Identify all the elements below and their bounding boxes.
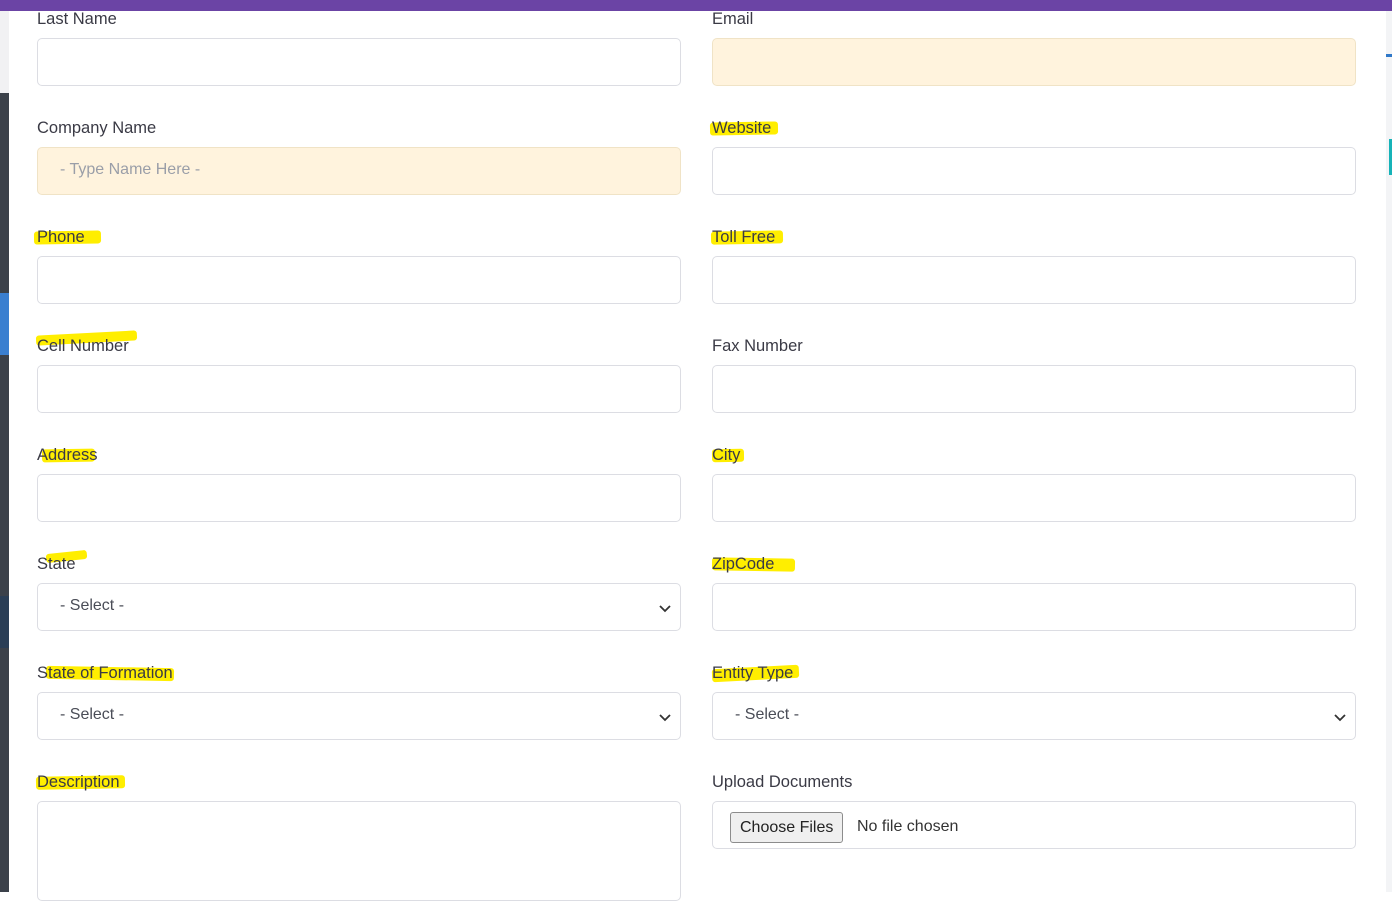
cell-number-field: Cell Number	[35, 330, 681, 413]
chevron-down-icon	[1334, 714, 1346, 722]
phone-label: Phone	[33, 227, 102, 253]
choose-files-button[interactable]: Choose Files	[730, 812, 844, 843]
zipcode-field: ZipCode	[711, 554, 1356, 631]
website-label: Website	[709, 118, 779, 144]
background-sidebar	[0, 11, 9, 892]
entity-type-selected-value: - Select -	[735, 706, 800, 723]
state-of-formation-field: State of Formation - Select -	[37, 663, 681, 740]
entity-type-label: Entity Type	[711, 663, 800, 689]
fax-number-input[interactable]	[712, 365, 1356, 413]
address-field: Address	[37, 445, 681, 522]
website-input[interactable]	[712, 147, 1356, 195]
website-field: Website	[709, 118, 1356, 195]
file-status-text: No file chosen	[857, 818, 959, 835]
last-name-field: Last Name	[37, 9, 681, 86]
state-select[interactable]: - Select -	[37, 583, 681, 631]
toll-free-field: Toll Free	[710, 227, 1356, 304]
cell-number-input[interactable]	[37, 365, 681, 413]
description-label: Description	[35, 772, 126, 798]
zipcode-label: ZipCode	[711, 554, 796, 580]
company-name-field: Company Name - Type Name Here -	[37, 118, 681, 195]
zipcode-input[interactable]	[712, 583, 1356, 631]
address-label: Address	[37, 446, 98, 464]
state-label: State	[37, 549, 88, 580]
fax-number-label: Fax Number	[712, 337, 803, 355]
phone-field: Phone	[33, 227, 681, 304]
city-label: City	[711, 445, 745, 471]
entity-type-field: Entity Type - Select -	[711, 663, 1356, 740]
state-field: State - Select -	[37, 549, 681, 631]
fax-number-field: Fax Number	[712, 336, 1356, 413]
entity-type-select[interactable]: - Select -	[712, 692, 1356, 740]
city-field: City	[711, 445, 1356, 522]
address-input[interactable]	[37, 474, 681, 522]
toll-free-input[interactable]	[712, 256, 1356, 304]
city-input[interactable]	[712, 474, 1356, 522]
upload-documents-field: Upload Documents Choose Files No file ch…	[712, 772, 1356, 849]
state-of-formation-select[interactable]: - Select -	[37, 692, 681, 740]
upload-documents-label: Upload Documents	[712, 773, 853, 791]
chevron-down-icon	[659, 714, 671, 722]
last-name-label: Last Name	[37, 10, 117, 28]
state-of-formation-selected-value: - Select -	[60, 706, 125, 723]
contact-form-modal: Last Name Email Company Name - Type Name…	[9, 9, 1386, 901]
email-input[interactable]	[712, 38, 1356, 86]
background-page-edge	[1386, 11, 1392, 892]
last-name-input[interactable]	[37, 38, 681, 86]
state-of-formation-label: State of Formation	[37, 664, 175, 682]
email-field: Email	[712, 9, 1356, 86]
description-field: Description	[35, 772, 681, 901]
company-name-label: Company Name	[37, 119, 157, 137]
chevron-down-icon	[659, 605, 671, 613]
toll-free-label: Toll Free	[710, 227, 784, 253]
file-upload-input[interactable]: Choose Files No file chosen	[712, 801, 1356, 849]
description-textarea[interactable]	[37, 801, 681, 901]
company-name-placeholder: - Type Name Here -	[60, 161, 201, 178]
phone-input[interactable]	[37, 256, 681, 304]
email-label: Email	[712, 10, 754, 28]
cell-number-label: Cell Number	[35, 330, 138, 362]
state-selected-value: - Select -	[60, 597, 125, 614]
company-name-input[interactable]: - Type Name Here -	[37, 147, 681, 195]
